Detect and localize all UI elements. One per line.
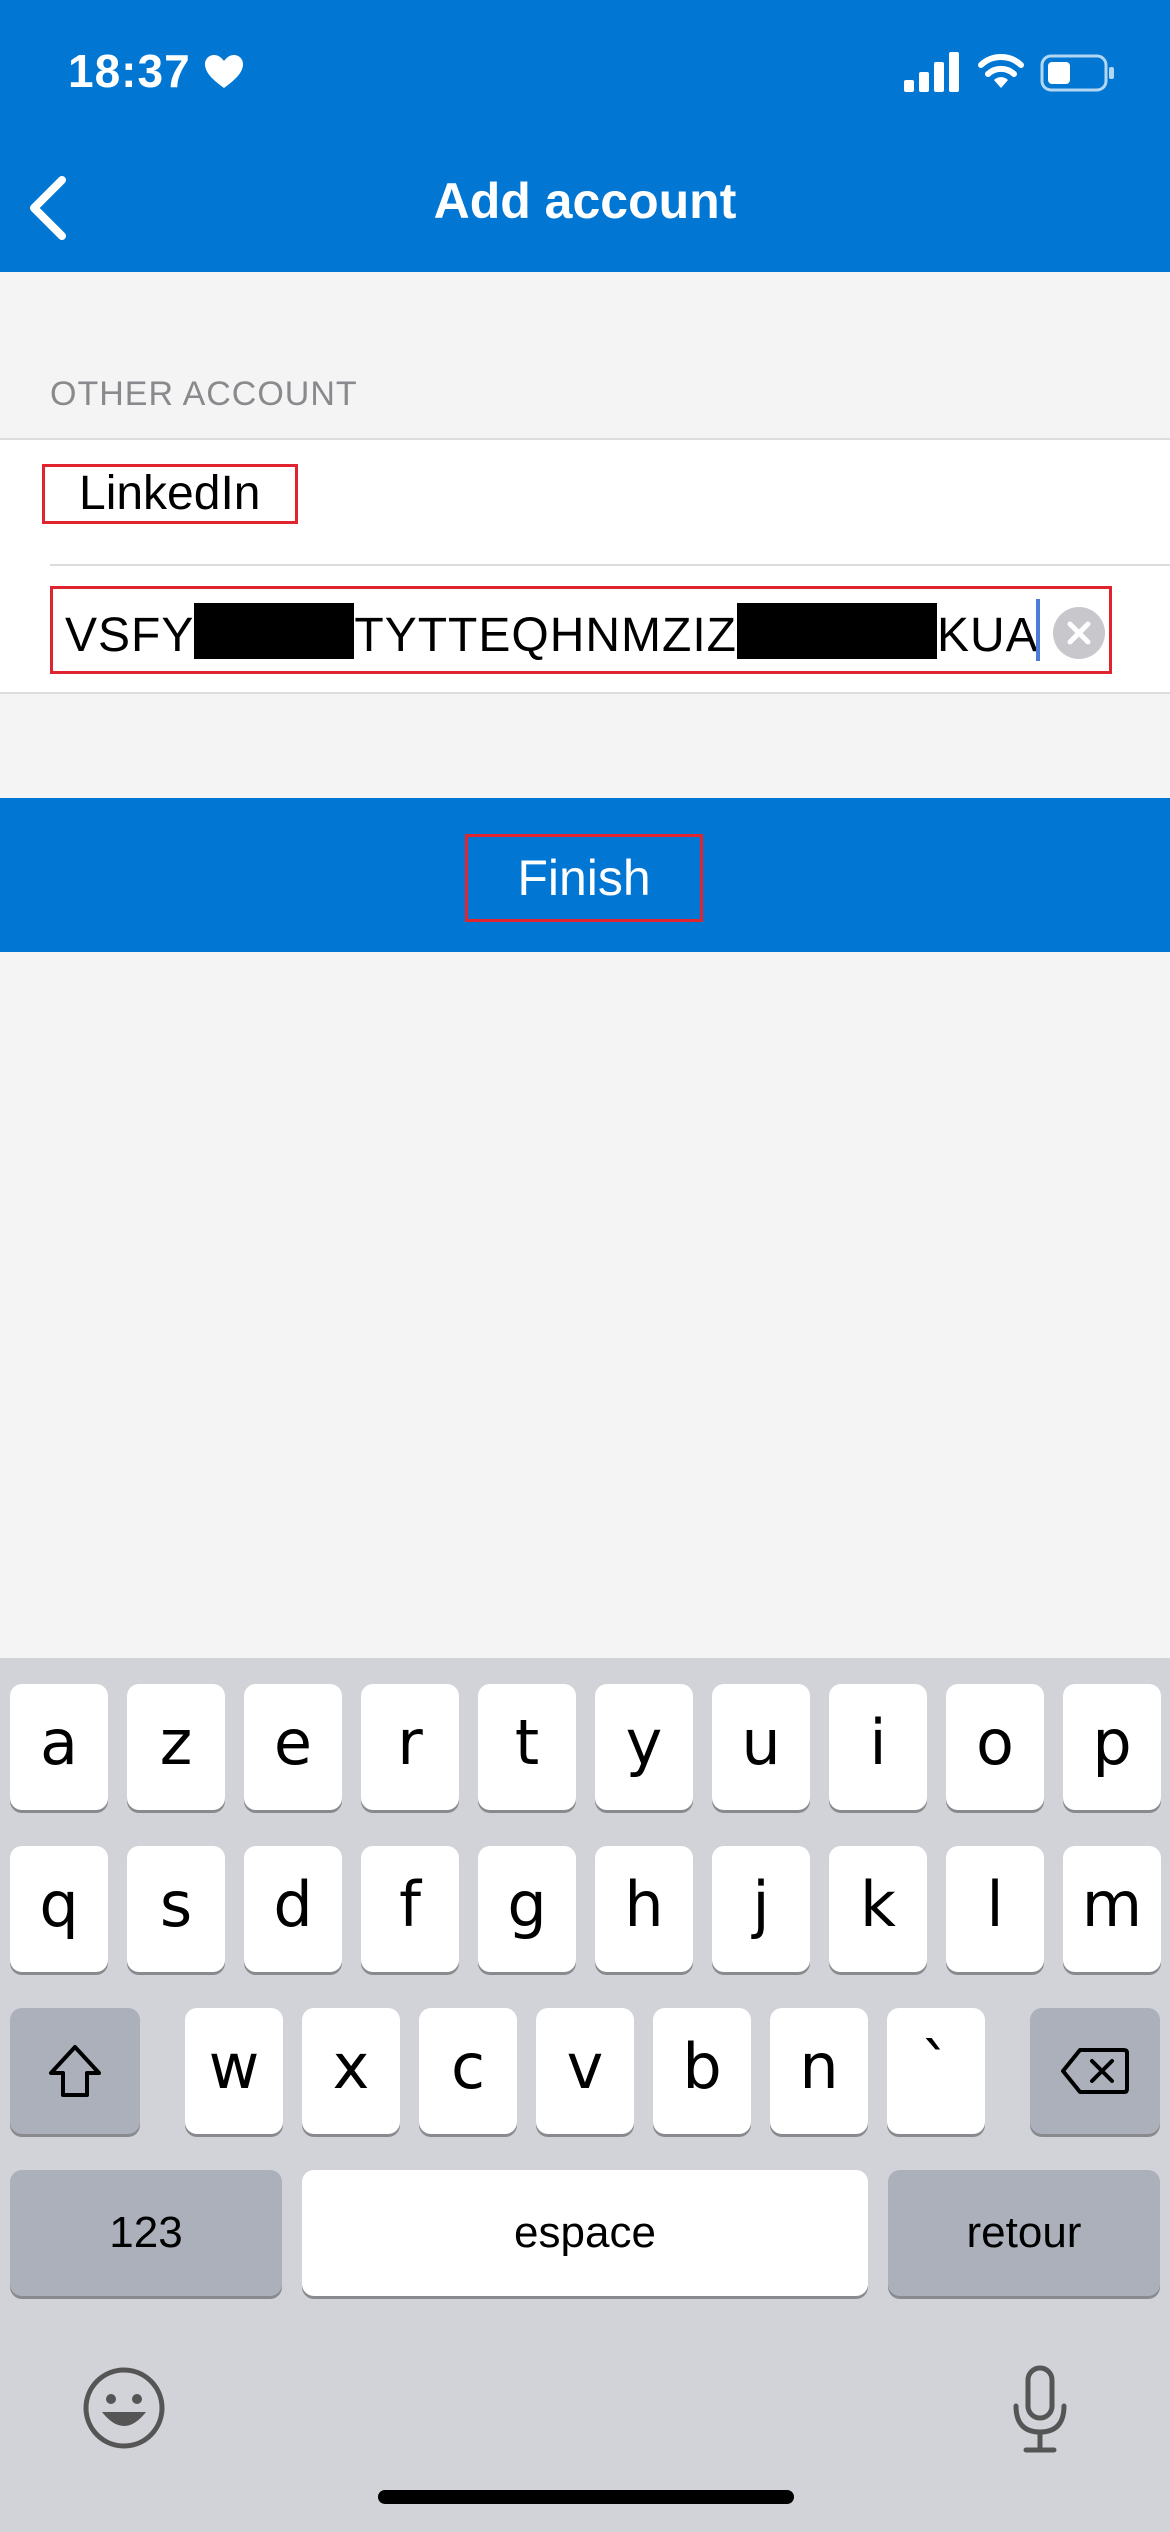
key-j[interactable]: j (712, 1846, 810, 1972)
finish-button[interactable]: Finish (465, 834, 703, 922)
redacted-block (194, 603, 355, 659)
secret-key-part-2: TYTTEQHNMZIZ (354, 609, 737, 662)
key-p[interactable]: p (1063, 1684, 1161, 1810)
key-h[interactable]: h (595, 1846, 693, 1972)
section-label: OTHER ACCOUNT (50, 375, 358, 413)
text-caret (1036, 599, 1040, 661)
app-header: 18:37 Add account (0, 0, 1170, 272)
return-key[interactable]: retour (888, 2170, 1160, 2296)
page-title: Add account (433, 173, 737, 229)
home-indicator (378, 2490, 794, 2504)
clear-text-icon[interactable] (1051, 605, 1107, 661)
key-m[interactable]: m (1063, 1846, 1161, 1972)
space-key[interactable]: espace (302, 2170, 868, 2296)
key-x[interactable]: x (302, 2008, 400, 2134)
status-time: 18:37 (68, 45, 191, 97)
account-form: LinkedIn VSFY TYTTEQHNMZIZ KUA (0, 438, 1170, 694)
key-w[interactable]: w (185, 2008, 283, 2134)
key-e[interactable]: e (244, 1684, 342, 1810)
secret-key-part-1: VSFY (65, 609, 195, 662)
numbers-key[interactable]: 123 (10, 2170, 282, 2296)
emoji-icon[interactable] (82, 2366, 166, 2450)
finish-bar[interactable]: Finish (0, 798, 1170, 952)
backspace-icon (1061, 2048, 1129, 2094)
key-r[interactable]: r (361, 1684, 459, 1810)
key-y[interactable]: y (595, 1684, 693, 1810)
secret-key-field[interactable]: VSFY TYTTEQHNMZIZ KUA (50, 586, 1112, 674)
key-b[interactable]: b (653, 2008, 751, 2134)
key-i[interactable]: i (829, 1684, 927, 1810)
shift-key[interactable] (10, 2008, 140, 2134)
shift-icon (49, 2045, 101, 2097)
key-v[interactable]: v (536, 2008, 634, 2134)
key-k[interactable]: k (829, 1846, 927, 1972)
key-a[interactable]: a (10, 1684, 108, 1810)
key-o[interactable]: o (946, 1684, 1044, 1810)
key-t[interactable]: t (478, 1684, 576, 1810)
key-l[interactable]: l (946, 1846, 1044, 1972)
key-backtick[interactable]: ` (887, 2008, 985, 2134)
microphone-icon[interactable] (1010, 2364, 1070, 2456)
key-d[interactable]: d (244, 1846, 342, 1972)
wifi-icon (978, 54, 1024, 88)
redacted-block (737, 603, 937, 659)
heart-icon (205, 55, 243, 88)
key-f[interactable]: f (361, 1846, 459, 1972)
key-z[interactable]: z (127, 1684, 225, 1810)
key-u[interactable]: u (712, 1684, 810, 1810)
cellular-signal-icon (904, 52, 959, 92)
battery-icon (1040, 54, 1114, 92)
secret-key-part-3: KUA (937, 609, 1039, 662)
delete-key[interactable] (1030, 2008, 1160, 2134)
key-g[interactable]: g (478, 1846, 576, 1972)
key-s[interactable]: s (127, 1846, 225, 1972)
key-c[interactable]: c (419, 2008, 517, 2134)
row-divider (50, 564, 1170, 566)
secret-key-text: VSFY TYTTEQHNMZIZ KUA (65, 603, 1039, 663)
key-q[interactable]: q (10, 1846, 108, 1972)
account-name-field[interactable]: LinkedIn (42, 464, 298, 524)
key-n[interactable]: n (770, 2008, 868, 2134)
